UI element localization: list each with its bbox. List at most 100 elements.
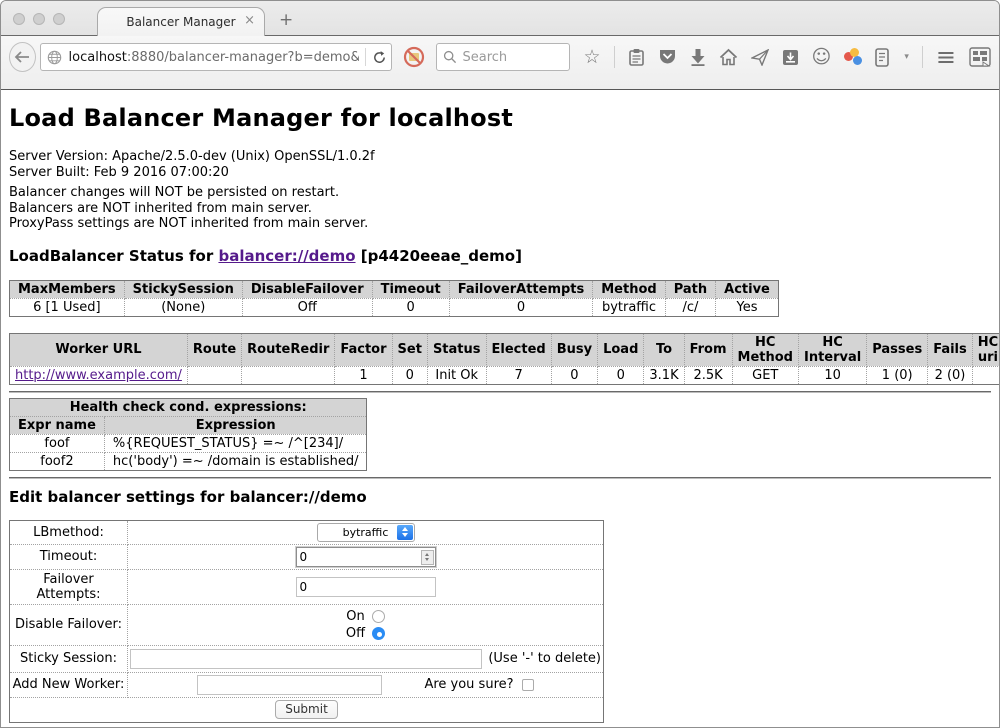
save-page-icon[interactable] [782, 49, 799, 66]
column-header: Status [427, 333, 486, 366]
column-header: Method [593, 280, 665, 298]
reload-icon[interactable] [372, 50, 387, 65]
notes-panel-icon[interactable] [875, 48, 889, 67]
are-you-sure-label: Are you sure? [424, 677, 513, 692]
cell-worker-url: http://www.example.com/ [10, 366, 188, 384]
clipboard-icon[interactable] [628, 48, 645, 67]
toolbar-icons: ☆ ☺ [584, 43, 992, 71]
column-header: Timeout [372, 280, 449, 298]
url-domain: localhost [69, 50, 127, 65]
cell-expression: %{REQUEST_STATUS} =~ /^[234]/ [104, 434, 367, 452]
disable-failover-off-radio[interactable] [372, 627, 385, 640]
cell-stickysession: (None) [124, 298, 242, 316]
column-header: DisableFailover [242, 280, 372, 298]
column-header: HC uri [972, 333, 1000, 366]
loadbalancer-status-heading: LoadBalancer Status for balancer://demo … [9, 247, 991, 265]
server-version: Server Version: Apache/2.5.0-dev (Unix) … [9, 149, 991, 165]
lbmethod-select[interactable]: bytraffic [317, 523, 415, 542]
url-separator [365, 48, 366, 66]
toolbar-separator [922, 46, 923, 68]
close-window-button[interactable] [13, 13, 25, 25]
cell-factor: 1 [335, 366, 392, 384]
back-button[interactable] [9, 42, 36, 72]
close-tab-icon[interactable]: × [244, 14, 255, 28]
column-header: Load [598, 333, 644, 366]
timeout-input[interactable] [296, 547, 436, 567]
search-bar[interactable] [436, 43, 570, 71]
column-header: HC Interval [798, 333, 866, 366]
column-header: Expression [104, 416, 367, 434]
status-heading-prefix: LoadBalancer Status for [9, 247, 218, 265]
are-you-sure-checkbox[interactable] [522, 679, 534, 691]
zoom-window-button[interactable] [53, 13, 65, 25]
form-row-add-worker: Add New Worker: Are you sure? [10, 672, 604, 697]
status-heading-suffix: [p4420eeae_demo] [356, 247, 522, 265]
form-row-lbmethod: LBmethod: bytraffic [10, 520, 604, 544]
sticky-session-input[interactable] [130, 649, 482, 669]
failover-attempts-label: Failover Attempts: [10, 569, 128, 604]
column-header: StickySession [124, 280, 242, 298]
cell-passes: 1 (0) [867, 366, 928, 384]
feedback-smiley-icon[interactable]: ☺ [812, 47, 832, 67]
search-input[interactable] [463, 50, 563, 65]
disable-failover-on-radio[interactable] [372, 610, 385, 623]
table-header-row: Worker URL Route RouteRedir Factor Set S… [10, 333, 1000, 366]
notices: Balancer changes will NOT be persisted o… [9, 185, 991, 232]
minimize-window-button[interactable] [33, 13, 45, 25]
radio-off-label: Off [346, 626, 365, 641]
overflow-caret-icon[interactable]: ▾ [904, 52, 909, 62]
home-icon[interactable] [719, 48, 738, 66]
server-built: Server Built: Feb 9 2016 07:00:20 [9, 165, 991, 181]
tab-balancer-manager[interactable]: Balancer Manager × [97, 7, 265, 36]
worker-table: Worker URL Route RouteRedir Factor Set S… [9, 333, 1000, 385]
column-header: Expr name [10, 416, 105, 434]
blocked-content-icon[interactable] [402, 45, 426, 69]
notice-proxypass: ProxyPass settings are NOT inherited fro… [9, 216, 991, 232]
worker-url-link[interactable]: http://www.example.com/ [15, 368, 182, 383]
divider [9, 391, 991, 393]
table-row: foof2 hc('body') =~ /domain is establish… [10, 452, 367, 470]
bookmark-star-icon[interactable]: ☆ [584, 47, 601, 67]
tab-bar: Balancer Manager × + [1, 1, 999, 36]
menu-icon[interactable]: ≡ [936, 43, 956, 71]
cell-from: 2.5K [684, 366, 732, 384]
health-check-table: Health check cond. expressions: Expr nam… [9, 398, 367, 471]
cell-disablefailover: Off [242, 298, 372, 316]
disable-failover-label: Disable Failover: [10, 604, 128, 645]
form-row-sticky-session: Sticky Session: (Use '-' to delete) [10, 645, 604, 672]
new-tab-button[interactable]: + [279, 10, 293, 30]
colorful-dots-icon[interactable] [844, 48, 862, 66]
failover-attempts-input[interactable] [296, 577, 436, 597]
cell-load: 0 [598, 366, 644, 384]
form-row-timeout: Timeout: [10, 544, 604, 569]
notice-inherit: Balancers are NOT inherited from main se… [9, 201, 991, 217]
lbmethod-label: LBmethod: [10, 520, 128, 544]
grid-extension-icon[interactable] [969, 47, 991, 67]
send-tab-icon[interactable] [751, 49, 769, 66]
window-controls[interactable] [13, 13, 65, 25]
url-bar[interactable]: localhost:8880/balancer-manager?b=demo&n… [40, 43, 392, 71]
downloads-icon[interactable] [690, 48, 706, 66]
column-header: Busy [551, 333, 597, 366]
cell-expression: hc('body') =~ /domain is established/ [104, 452, 367, 470]
select-stepper-icon [397, 525, 413, 540]
radio-on-label: On [346, 609, 364, 624]
table-row: foof %{REQUEST_STATUS} =~ /^[234]/ [10, 434, 367, 452]
cell-routeredir [242, 366, 335, 384]
column-header: Elected [486, 333, 551, 366]
cell-hc-method: GET [732, 366, 798, 384]
cell-failoverattempts: 0 [449, 298, 593, 316]
cell-hc-interval: 10 [798, 366, 866, 384]
balancer-status-table: MaxMembers StickySession DisableFailover… [9, 280, 779, 317]
notice-restart: Balancer changes will NOT be persisted o… [9, 185, 991, 201]
add-worker-input[interactable] [197, 675, 382, 695]
balancer-demo-link[interactable]: balancer://demo [218, 247, 355, 265]
url-text: localhost:8880/balancer-manager?b=demo&n… [69, 50, 359, 65]
cell-fails: 2 (0) [928, 366, 973, 384]
cell-route [187, 366, 241, 384]
submit-button[interactable]: Submit [275, 700, 338, 719]
number-spinner-icon[interactable] [421, 550, 434, 565]
column-header: From [684, 333, 732, 366]
pocket-icon[interactable] [658, 48, 677, 66]
globe-icon [47, 50, 62, 65]
